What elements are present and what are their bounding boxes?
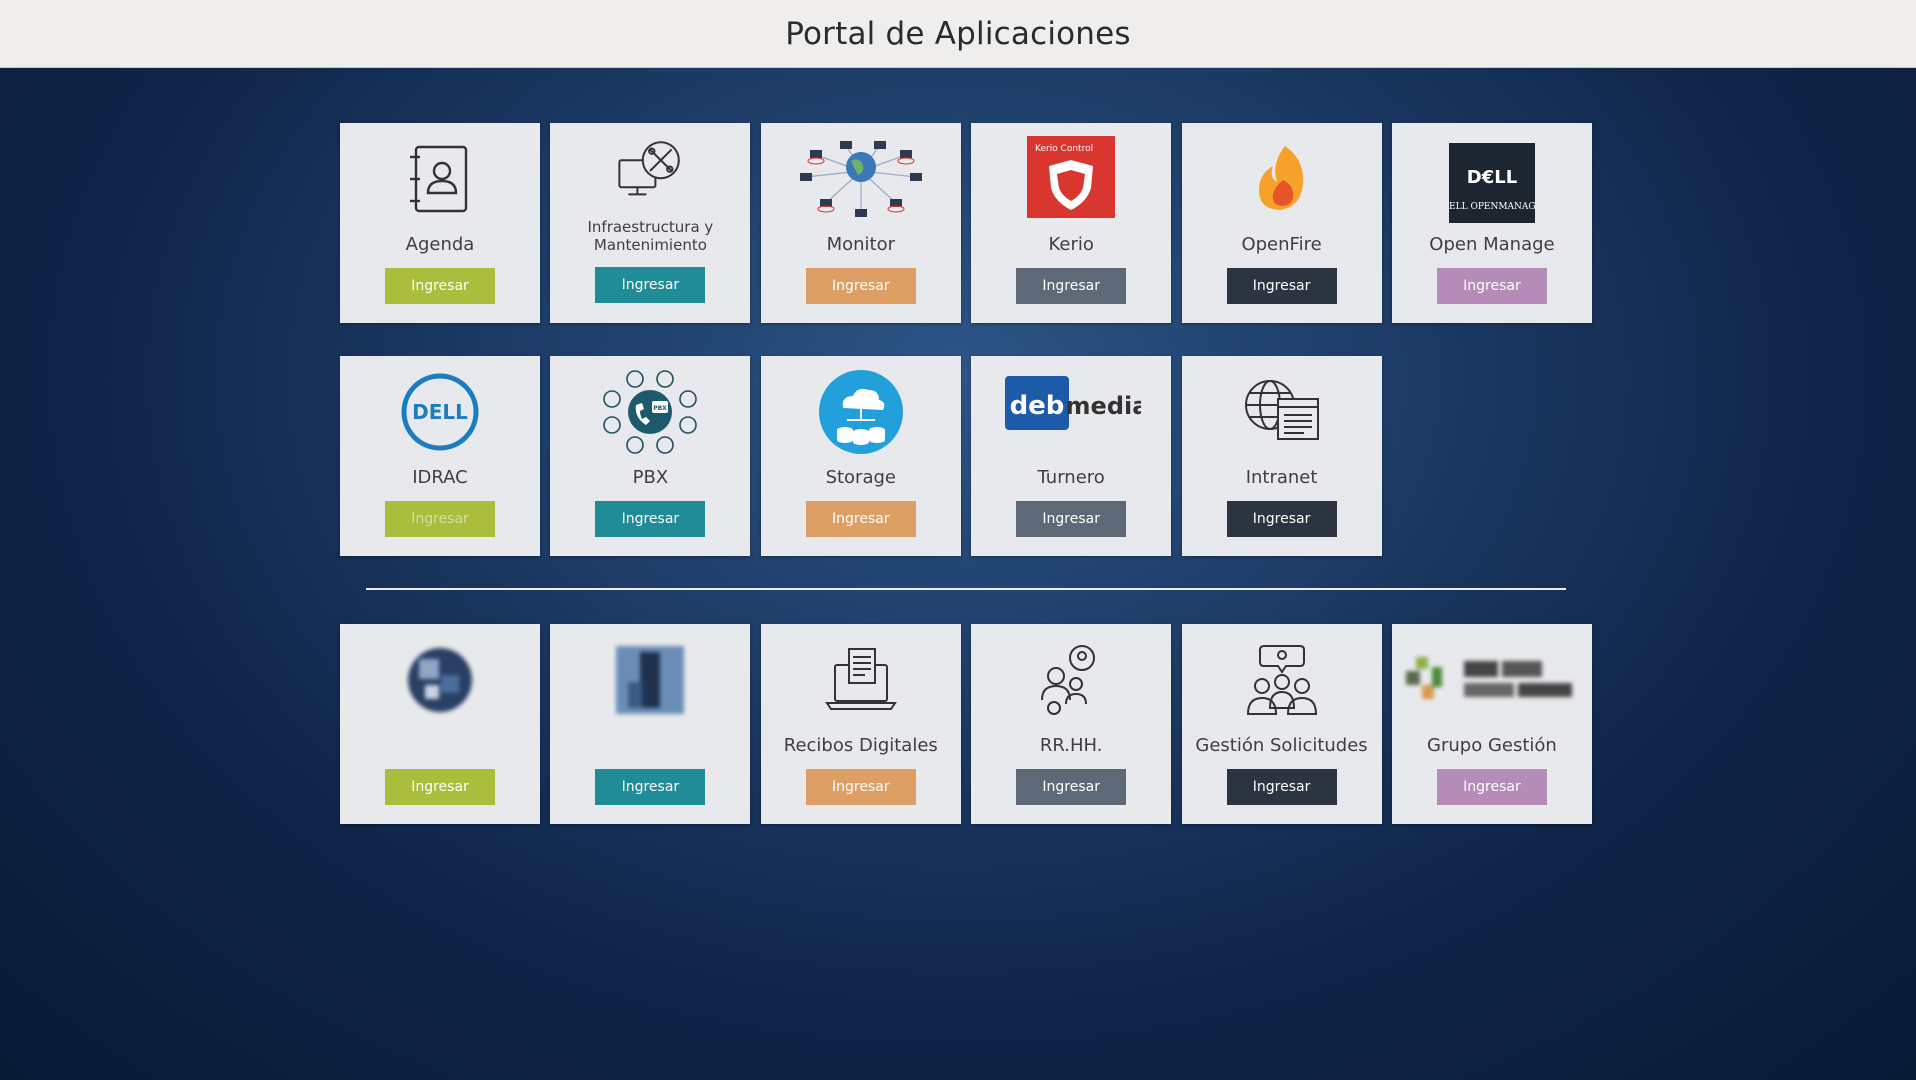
ingresar-button[interactable]: Ingresar	[385, 501, 495, 537]
app-name: Open Manage	[1429, 234, 1555, 255]
ingresar-button[interactable]: Ingresar	[1016, 501, 1127, 537]
dell-logo-icon: DELL	[340, 362, 540, 462]
pbx-logo-text: PBX	[654, 405, 668, 412]
contact-book-icon	[340, 129, 540, 229]
svg-text:D€LL: D€LL	[1467, 167, 1517, 188]
globe-browser-icon	[1182, 362, 1382, 462]
computer-tools-icon	[550, 131, 750, 211]
pbx-phones-icon: PBX	[550, 362, 750, 462]
kerio-control-logo-icon: Kerio Control	[971, 127, 1171, 227]
app-card-open-manage: DELL OPENMANAGE D€LL Open Manage Ingresa…	[1391, 123, 1592, 323]
app-card-turnero: deb media Turnero Ingresar	[971, 356, 1172, 556]
ingresar-button[interactable]: Ingresar	[595, 267, 706, 303]
app-card-blurred-1: Ingresar	[340, 624, 540, 824]
openfire-flame-icon	[1182, 129, 1382, 229]
app-name: Agenda	[405, 234, 475, 255]
blurred-logo-icon	[1392, 630, 1592, 730]
debmedia-logo-icon: deb media	[971, 360, 1171, 446]
header-bar: Portal de Aplicaciones	[0, 0, 1916, 68]
ingresar-button[interactable]: Ingresar	[385, 268, 495, 304]
app-name: IDRAC	[412, 467, 468, 488]
people-chat-icon	[971, 630, 1171, 730]
ingresar-button[interactable]: Ingresar	[1226, 501, 1337, 537]
apps-grid-row-1: Agenda Ingresar Infraestructura y Manten…	[340, 123, 1592, 323]
ingresar-button[interactable]: Ingresar	[805, 769, 916, 805]
apps-grid-row-2: DELL IDRAC Ingresar PBX PBX Ingresar Sto…	[340, 356, 1592, 556]
team-idea-icon	[1182, 630, 1382, 730]
app-card-blurred-2: Ingresar	[550, 624, 751, 824]
dell-openmanage-logo-icon: DELL OPENMANAGE D€LL	[1392, 133, 1592, 233]
network-globe-icon	[761, 129, 961, 229]
app-name: RR.HH.	[1039, 735, 1103, 756]
app-name: Monitor	[826, 234, 895, 255]
app-name: Recibos Digitales	[783, 735, 938, 756]
ingresar-button[interactable]: Ingresar	[1226, 769, 1337, 805]
app-name: Turnero	[1037, 467, 1105, 488]
app-name: Storage	[825, 467, 896, 488]
app-name: Intranet	[1245, 467, 1318, 488]
svg-text:deb: deb	[1010, 391, 1065, 421]
app-card-grupo-gestion: Grupo Gestión Ingresar	[1391, 624, 1592, 824]
ingresar-button[interactable]: Ingresar	[595, 501, 706, 537]
app-card-rrhh: RR.HH. Ingresar	[971, 624, 1172, 824]
app-card-pbx: PBX PBX Ingresar	[550, 356, 751, 556]
ingresar-button[interactable]: Ingresar	[1016, 769, 1127, 805]
ingresar-button[interactable]: Ingresar	[805, 501, 916, 537]
app-card-monitor: Monitor Ingresar	[760, 123, 961, 323]
app-card-gestion-solicitudes: Gestión Solicitudes Ingresar	[1181, 624, 1382, 824]
app-name: OpenFire	[1241, 234, 1322, 255]
digital-receipt-icon	[761, 630, 961, 730]
svg-text:media: media	[1066, 392, 1141, 420]
page-title: Portal de Aplicaciones	[785, 15, 1131, 52]
kerio-logo-text: Kerio Control	[1035, 144, 1093, 154]
apps-grid-row-3: Ingresar Ingresar Recibos Digitales Ingr…	[340, 624, 1592, 824]
app-card-agenda: Agenda Ingresar	[340, 123, 540, 323]
ingresar-button[interactable]: Ingresar	[1016, 268, 1127, 304]
app-card-intranet: Intranet Ingresar	[1181, 356, 1382, 556]
app-name: Infraestructura y Mantenimiento	[587, 218, 714, 254]
blurred-app-icon	[340, 630, 540, 730]
app-card-storage: Storage Ingresar	[760, 356, 961, 556]
app-card-idrac: DELL IDRAC Ingresar	[340, 356, 540, 556]
app-card-recibos-digitales: Recibos Digitales Ingresar	[760, 624, 961, 824]
section-divider	[366, 588, 1566, 590]
ingresar-button[interactable]: Ingresar	[1226, 268, 1337, 304]
dell-logo-text: DELL	[412, 400, 468, 424]
openmanage-logo-text: DELL OPENMANAGE	[1449, 202, 1535, 212]
ingresar-button[interactable]: Ingresar	[595, 769, 706, 805]
app-name: Kerio	[1048, 234, 1094, 255]
app-card-openfire: OpenFire Ingresar	[1181, 123, 1382, 323]
app-name: Grupo Gestión	[1427, 735, 1557, 756]
ingresar-button[interactable]: Ingresar	[385, 769, 495, 805]
app-card-kerio: Kerio Control Kerio Ingresar	[971, 123, 1172, 323]
app-name: PBX	[632, 467, 669, 488]
blurred-app-icon	[550, 630, 750, 730]
cloud-storage-icon	[761, 362, 961, 462]
ingresar-button[interactable]: Ingresar	[1436, 769, 1547, 805]
app-name: Gestión Solicitudes	[1195, 735, 1368, 756]
ingresar-button[interactable]: Ingresar	[1436, 268, 1547, 304]
app-card-infraestructura: Infraestructura y Mantenimiento Ingresar	[550, 123, 751, 323]
ingresar-button[interactable]: Ingresar	[805, 268, 916, 304]
